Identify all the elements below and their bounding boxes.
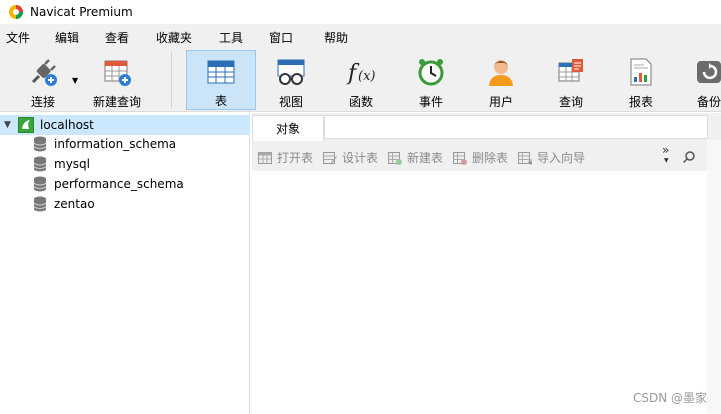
delete-table-icon xyxy=(453,151,467,165)
open-table-icon xyxy=(258,151,272,165)
search-icon[interactable] xyxy=(682,150,696,164)
toolbar-event-button[interactable]: 事件 xyxy=(400,50,462,110)
window-title: Navicat Premium xyxy=(30,5,133,19)
menu-bar: 文件 编辑 查看 收藏夹 工具 窗口 帮助 xyxy=(0,24,721,48)
main-toolbar: 连接 ▼ 新建查询 表 视图 f (x) 函数 事件 用户 查询 报表 备份 xyxy=(0,48,721,112)
toolbar-report-label: 报表 xyxy=(628,95,653,109)
menu-file[interactable]: 文件 xyxy=(6,29,30,46)
tree-label-database: performance_schema xyxy=(54,177,184,191)
menu-window[interactable]: 窗口 xyxy=(269,29,293,46)
connect-button[interactable]: 连接 xyxy=(18,50,68,110)
object-toolbar: 打开表 设计表 新建表 删除表 导入向导 » ▼ xyxy=(252,143,707,171)
new-table-button[interactable]: 新建表 xyxy=(388,149,443,166)
tree-item-database[interactable]: performance_schema xyxy=(0,174,250,194)
tree-label-database: mysql xyxy=(54,157,90,171)
user-icon xyxy=(485,56,517,88)
tree-label-database: information_schema xyxy=(54,137,177,151)
open-table-button[interactable]: 打开表 xyxy=(258,149,313,166)
toolbar-report-button[interactable]: 报表 xyxy=(610,50,672,110)
function-icon: f (x) xyxy=(345,56,377,88)
more-actions-icon[interactable]: » xyxy=(662,143,669,157)
connection-icon xyxy=(18,117,34,133)
plug-icon xyxy=(27,56,59,88)
watermark: CSDN @墨家 xyxy=(632,391,707,405)
toolbar-backup-button[interactable]: 备份 xyxy=(684,50,721,110)
tab-strip-fill xyxy=(324,115,708,139)
database-icon xyxy=(33,156,47,172)
design-table-icon xyxy=(323,151,337,165)
toolbar-user-button[interactable]: 用户 xyxy=(470,50,532,110)
menu-edit[interactable]: 编辑 xyxy=(55,29,79,46)
import-wizard-button[interactable]: 导入向导 xyxy=(518,149,585,166)
new-query-icon xyxy=(101,56,133,88)
new-table-icon xyxy=(388,151,402,165)
event-clock-icon xyxy=(415,56,447,88)
toolbar-backup-label: 备份 xyxy=(696,95,721,109)
svg-text:(x): (x) xyxy=(358,69,375,84)
connect-label: 连接 xyxy=(30,95,55,109)
new-query-label: 新建查询 xyxy=(92,95,141,109)
object-list-area[interactable] xyxy=(252,171,707,414)
toolbar-function-label: 函数 xyxy=(348,95,373,109)
chevron-down-icon[interactable]: ▼ xyxy=(664,157,669,164)
query-icon xyxy=(555,56,587,88)
tree-item-database[interactable]: information_schema xyxy=(0,134,250,154)
table-icon xyxy=(205,57,237,87)
toolbar-function-button[interactable]: f (x) 函数 xyxy=(330,50,392,110)
database-icon xyxy=(33,196,47,212)
design-table-button[interactable]: 设计表 xyxy=(323,149,378,166)
right-scrollbar-region xyxy=(707,140,721,414)
toolbar-query-label: 查询 xyxy=(558,95,583,109)
toolbar-event-label: 事件 xyxy=(418,95,443,109)
backup-icon xyxy=(693,56,721,88)
tree-item-database[interactable]: mysql xyxy=(0,154,250,174)
tab-objects[interactable]: 对象 xyxy=(252,115,324,141)
database-icon xyxy=(33,136,47,152)
title-bar: Navicat Premium xyxy=(0,0,721,24)
menu-help[interactable]: 帮助 xyxy=(324,29,348,46)
toolbar-user-label: 用户 xyxy=(488,95,513,109)
object-pane: 对象 打开表 设计表 新建表 删除表 导入向导 » ▼ xyxy=(252,113,721,414)
new-query-button[interactable]: 新建查询 xyxy=(88,50,146,110)
tree-item-database[interactable]: zentao xyxy=(0,194,250,214)
design-table-label: 设计表 xyxy=(342,151,379,165)
menu-tools[interactable]: 工具 xyxy=(219,29,243,46)
menu-view[interactable]: 查看 xyxy=(105,29,129,46)
import-wizard-label: 导入向导 xyxy=(537,151,586,165)
toolbar-query-button[interactable]: 查询 xyxy=(540,50,602,110)
new-table-label: 新建表 xyxy=(407,151,444,165)
tree-label-localhost: localhost xyxy=(40,118,94,132)
toolbar-table-label: 表 xyxy=(214,94,227,108)
toolbar-view-label: 视图 xyxy=(278,95,303,109)
navicat-logo-icon xyxy=(8,4,24,20)
delete-table-button[interactable]: 删除表 xyxy=(453,149,508,166)
toolbar-view-button[interactable]: 视图 xyxy=(260,50,322,110)
toolbar-table-button[interactable]: 表 xyxy=(186,50,256,110)
menu-favorites[interactable]: 收藏夹 xyxy=(156,29,192,46)
open-table-label: 打开表 xyxy=(277,151,314,165)
connection-tree: ▼ localhost information_schema mysql per… xyxy=(0,113,250,414)
toolbar-divider xyxy=(171,52,172,108)
chevron-down-icon[interactable]: ▼ xyxy=(72,76,78,85)
tab-strip: 对象 xyxy=(252,113,721,141)
import-wizard-icon xyxy=(518,151,533,165)
tree-label-database: zentao xyxy=(54,197,95,211)
report-icon xyxy=(625,56,657,88)
delete-table-label: 删除表 xyxy=(472,151,509,165)
tree-item-localhost[interactable]: ▼ localhost xyxy=(0,115,250,135)
database-icon xyxy=(33,176,47,192)
expand-chevron-icon[interactable]: ▼ xyxy=(4,120,14,130)
view-icon xyxy=(275,56,307,88)
